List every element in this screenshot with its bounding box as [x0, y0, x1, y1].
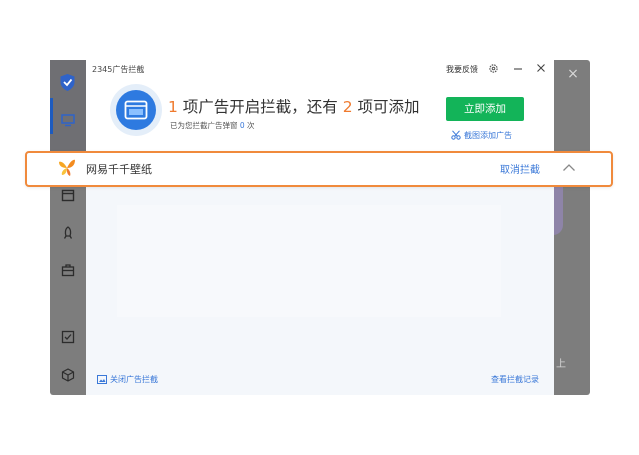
stats-prefix: 已为您拦截广告弹窗: [170, 121, 240, 130]
stats-suffix: 次: [244, 121, 255, 130]
close-button[interactable]: [535, 62, 547, 74]
calendar-icon: [61, 189, 75, 202]
disable-ad-block-link[interactable]: 关闭广告拦截: [110, 374, 158, 385]
feedback-link[interactable]: 我要反馈: [446, 64, 478, 75]
cube-icon: [61, 368, 75, 382]
add-now-button[interactable]: 立即添加: [446, 97, 524, 121]
headline: 1 项广告开启拦截，还有 2 项可添加: [168, 95, 420, 117]
background-side-text: 上: [556, 359, 566, 370]
view-block-history-link[interactable]: 查看拦截记录: [491, 374, 539, 385]
cancel-block-link[interactable]: 取消拦截: [500, 161, 540, 176]
blocked-count: 1: [168, 98, 178, 116]
browser-window-icon: [124, 100, 148, 120]
remaining-count: 2: [342, 98, 353, 116]
scissors-icon: [451, 130, 461, 140]
app-list-panel: [117, 205, 501, 317]
background-close-icon: ×: [567, 66, 579, 82]
screenshot-add-link[interactable]: 截图添加广告: [464, 130, 512, 141]
checklist-icon: [61, 330, 75, 344]
blocked-stats: 已为您拦截广告弹窗 0 次: [170, 120, 255, 131]
gear-icon[interactable]: [488, 63, 499, 74]
chevron-up-icon[interactable]: [562, 163, 576, 172]
shield-icon: [60, 74, 75, 91]
toolbox-icon: [61, 264, 75, 277]
background-sidebar-active-indicator: [50, 98, 53, 134]
butterfly-logo-icon: [59, 159, 75, 176]
dialog-title: 2345广告拦截: [92, 65, 145, 74]
minimize-button[interactable]: [512, 64, 524, 74]
row-app-name: 网易千千壁纸: [86, 163, 152, 176]
image-icon: [97, 375, 107, 384]
monitor-icon: [61, 114, 75, 127]
headline-remaining-text: 项可添加: [352, 98, 420, 116]
rocket-icon: [63, 226, 73, 239]
headline-blocked-text: 项广告开启拦截，还有: [177, 98, 343, 116]
